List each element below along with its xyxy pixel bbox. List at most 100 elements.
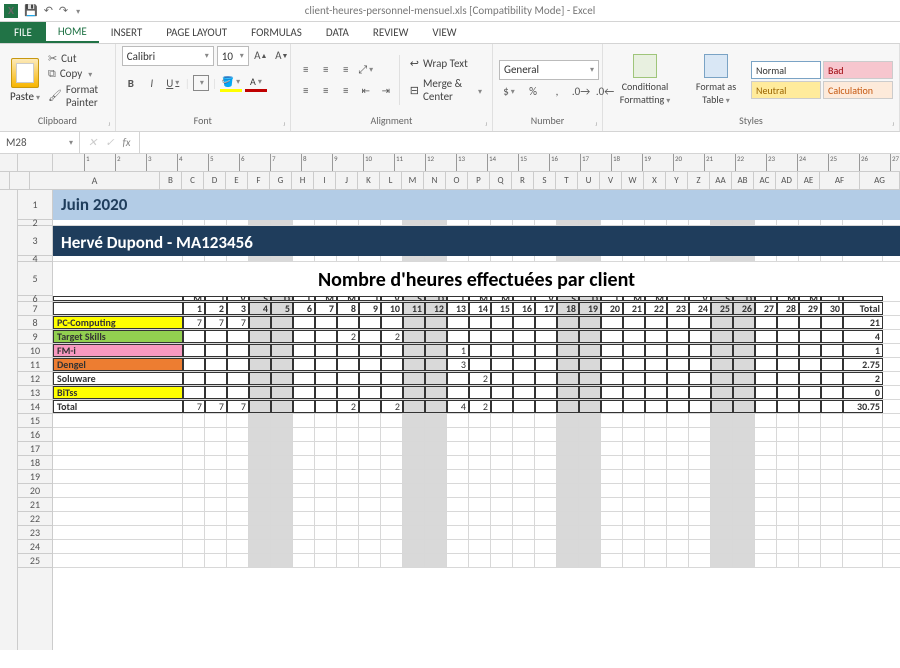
cell[interactable] [821,386,843,399]
cell[interactable] [843,498,883,511]
cell[interactable] [469,358,491,371]
cell[interactable] [53,442,183,455]
bold-button[interactable]: B [122,74,140,92]
cell[interactable] [689,330,711,343]
cell[interactable] [53,256,183,261]
cell[interactable] [205,358,227,371]
cell[interactable]: J [513,296,535,301]
col-header[interactable]: R [512,172,534,189]
cell[interactable] [513,372,535,385]
cell[interactable] [557,344,579,357]
cell[interactable] [205,330,227,343]
cell[interactable] [491,372,513,385]
cell[interactable]: L [755,296,777,301]
cell[interactable] [821,400,843,413]
cell[interactable]: M [337,296,359,301]
row-header[interactable]: 16 [18,428,52,442]
cell[interactable] [689,372,711,385]
cell[interactable] [579,344,601,357]
row-header[interactable]: 20 [18,484,52,498]
cell[interactable] [227,344,249,357]
percent-button[interactable]: % [523,83,543,101]
cell[interactable] [513,386,535,399]
cell[interactable] [755,358,777,371]
cell[interactable]: 20 [601,302,623,315]
col-header[interactable]: C [182,172,204,189]
client-label[interactable]: Soluware [53,372,183,385]
client-label[interactable]: Target Skills [53,330,183,343]
client-label[interactable]: PC-Computing [53,316,183,329]
cell[interactable] [293,316,315,329]
conditional-formatting-button[interactable]: Conditional Formatting [609,52,681,108]
cell[interactable]: S [711,296,733,301]
cell[interactable] [403,386,425,399]
cell[interactable] [447,372,469,385]
cell[interactable] [491,358,513,371]
row-header[interactable]: 17 [18,442,52,456]
row-total[interactable]: 1 [843,344,883,357]
currency-button[interactable]: $ [499,83,519,101]
cell[interactable] [359,344,381,357]
cell[interactable]: 2 [381,400,403,413]
row-header[interactable]: 5 [18,262,52,296]
cell[interactable] [689,316,711,329]
cell[interactable] [733,372,755,385]
cell[interactable] [667,386,689,399]
cell[interactable]: 13 [447,302,469,315]
cell[interactable] [535,344,557,357]
cell[interactable] [667,344,689,357]
cell[interactable]: 2 [381,330,403,343]
cell[interactable] [271,330,293,343]
row-header[interactable]: 15 [18,414,52,428]
col-header[interactable]: J [336,172,358,189]
increase-decimal-button[interactable]: .0→ [571,83,591,101]
cell[interactable] [205,372,227,385]
cell[interactable] [843,442,883,455]
merge-center-button[interactable]: ⊟Merge & Center [406,75,486,105]
cell[interactable] [645,372,667,385]
cell[interactable] [733,400,755,413]
cell[interactable] [755,344,777,357]
cell[interactable] [799,358,821,371]
tab-page-layout[interactable]: PAGE LAYOUT [154,22,239,43]
row-header[interactable]: 8 [18,316,52,330]
cell[interactable] [623,386,645,399]
cell[interactable] [689,344,711,357]
number-format-select[interactable]: General [499,60,599,80]
cell[interactable] [733,316,755,329]
tab-review[interactable]: REVIEW [361,22,421,43]
cell[interactable]: V [227,296,249,301]
cell[interactable] [491,386,513,399]
cell[interactable] [205,344,227,357]
cell[interactable] [53,526,183,539]
cell[interactable] [183,344,205,357]
cell[interactable] [733,330,755,343]
cell[interactable] [271,316,293,329]
cell[interactable] [271,358,293,371]
cell[interactable] [667,400,689,413]
cell[interactable] [53,484,183,497]
cell[interactable] [53,428,183,441]
cell[interactable] [579,330,601,343]
style-calculation[interactable]: Calculation [823,81,893,99]
cell[interactable]: 16 [513,302,535,315]
cell[interactable]: 1 [447,344,469,357]
cell[interactable] [535,372,557,385]
align-center-button[interactable]: ≡ [317,82,335,100]
cell[interactable]: L [447,296,469,301]
col-header[interactable]: F [248,172,270,189]
cell[interactable] [425,344,447,357]
cell[interactable] [403,316,425,329]
cell[interactable] [491,400,513,413]
cell[interactable]: S [557,296,579,301]
cell[interactable] [53,296,183,301]
increase-indent-button[interactable]: ⇥ [377,82,395,100]
row-header[interactable]: 9 [18,330,52,344]
col-header[interactable]: T [556,172,578,189]
cell[interactable] [601,372,623,385]
cell[interactable]: 27 [755,302,777,315]
cell-grid[interactable]: Juin 2020Hervé Dupond - MA123456Nombre d… [53,190,900,650]
fx-icon[interactable]: fx [122,136,130,149]
cell[interactable] [711,386,733,399]
cell[interactable] [645,400,667,413]
